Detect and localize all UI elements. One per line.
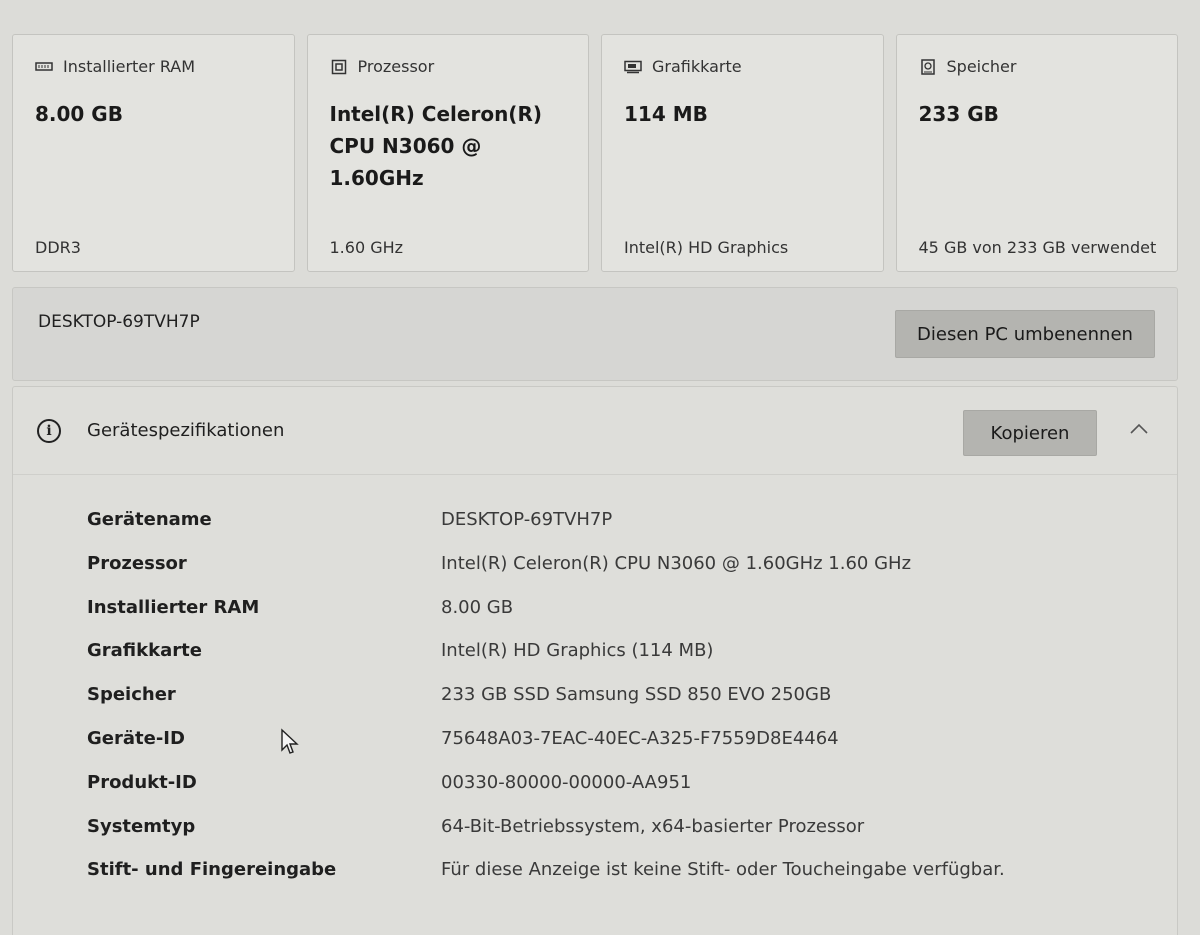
device-specifications-panel: i Gerätespezifikationen Kopieren Geräten… xyxy=(12,386,1178,935)
spec-value: 75648A03-7EAC-40EC-A325-F7559D8E4464 xyxy=(441,727,839,749)
card-subtitle: DDR3 xyxy=(35,238,81,257)
card-header: Grafikkarte xyxy=(624,57,861,76)
card-header: Prozessor xyxy=(330,57,567,76)
card-subtitle: 45 GB von 233 GB verwendet xyxy=(918,238,1157,257)
spec-label: Gerätename xyxy=(87,509,212,530)
rename-bar: DESKTOP-69TVH7P Diesen PC umbenennen xyxy=(12,287,1178,381)
storage-icon xyxy=(919,58,937,75)
system-info-page: Installierter RAM 8.00 GB DDR3 Prozessor… xyxy=(0,0,1200,935)
card-graphics: Grafikkarte 114 MB Intel(R) HD Graphics xyxy=(601,34,884,272)
spec-row-product-id: Produkt-ID 00330-80000-00000-AA951 xyxy=(13,772,1177,816)
card-header: Speicher xyxy=(919,57,1156,76)
card-title: Grafikkarte xyxy=(652,57,742,76)
card-value: 233 GB xyxy=(918,102,999,126)
spec-label: Speicher xyxy=(87,684,176,706)
spec-value: 233 GB SSD Samsung SSD 850 EVO 250GB xyxy=(441,684,832,706)
spec-label: Produkt-ID xyxy=(87,771,197,793)
processor-icon xyxy=(330,59,348,74)
summary-cards: Installierter RAM 8.00 GB DDR3 Prozessor… xyxy=(12,34,1178,272)
card-title: Installierter RAM xyxy=(63,57,196,76)
copy-button[interactable]: Kopieren xyxy=(963,410,1097,456)
spec-row-device-id: Geräte-ID 75648A03-7EAC-40EC-A325-F7559D… xyxy=(13,728,1177,772)
spec-label: Grafikkarte xyxy=(87,640,202,662)
card-title: Prozessor xyxy=(357,57,435,76)
specs-header[interactable]: i Gerätespezifikationen Kopieren xyxy=(13,387,1177,475)
spec-label: Geräte-ID xyxy=(87,727,185,749)
rename-pc-button[interactable]: Diesen PC umbenennen xyxy=(895,310,1155,358)
card-ram: Installierter RAM 8.00 GB DDR3 xyxy=(12,34,295,272)
graphics-card-icon xyxy=(624,60,642,74)
spec-row-ram: Installierter RAM 8.00 GB xyxy=(13,597,1177,641)
specs-title: Gerätespezifikationen xyxy=(87,420,285,441)
spec-row-device-name: Gerätename DESKTOP-69TVH7P xyxy=(13,509,1177,553)
card-processor: Prozessor Intel(R) Celeron(R) CPU N3060 … xyxy=(306,34,589,272)
ram-icon xyxy=(35,60,53,74)
spec-label: Installierter RAM xyxy=(87,596,260,618)
card-header: Installierter RAM xyxy=(35,57,272,76)
spec-value: DESKTOP-69TVH7P xyxy=(441,509,613,530)
device-name: DESKTOP-69TVH7P xyxy=(38,312,200,332)
spec-label: Prozessor xyxy=(87,552,187,574)
card-value: 8.00 GB xyxy=(35,102,123,126)
card-value: 114 MB xyxy=(624,102,708,126)
spec-value: 8.00 GB xyxy=(441,596,514,618)
spec-label: Systemtyp xyxy=(87,815,196,837)
spec-row-system-type: Systemtyp 64-Bit-Betriebssystem, x64-bas… xyxy=(13,816,1177,860)
spec-row-pen-touch: Stift- und Fingereingabe Für diese Anzei… xyxy=(13,859,1177,903)
spec-value: 00330-80000-00000-AA951 xyxy=(441,771,692,793)
chevron-up-icon[interactable] xyxy=(1127,417,1151,441)
spec-row-storage: Speicher 233 GB SSD Samsung SSD 850 EVO … xyxy=(13,684,1177,728)
card-title: Speicher xyxy=(946,57,1017,76)
mouse-cursor-icon xyxy=(280,728,300,756)
card-subtitle: 1.60 GHz xyxy=(329,238,404,257)
spec-row-graphics: Grafikkarte Intel(R) HD Graphics (114 MB… xyxy=(13,640,1177,684)
spec-value: Für diese Anzeige ist keine Stift- oder … xyxy=(441,859,1005,881)
spec-value: 64-Bit-Betriebssystem, x64-basierter Pro… xyxy=(441,815,865,837)
card-subtitle: Intel(R) HD Graphics xyxy=(624,238,789,257)
spec-value: Intel(R) HD Graphics (114 MB) xyxy=(441,640,714,662)
card-storage: Speicher 233 GB 45 GB von 233 GB verwend… xyxy=(895,34,1178,272)
info-icon: i xyxy=(37,419,61,443)
spec-value: Intel(R) Celeron(R) CPU N3060 @ 1.60GHz … xyxy=(441,552,912,574)
spec-list: Gerätename DESKTOP-69TVH7P Prozessor Int… xyxy=(13,509,1177,903)
card-value: Intel(R) Celeron(R) CPU N3060 @ 1.60GHz xyxy=(329,102,543,190)
spec-label: Stift- und Fingereingabe xyxy=(87,859,337,881)
spec-row-processor: Prozessor Intel(R) Celeron(R) CPU N3060 … xyxy=(13,553,1177,597)
